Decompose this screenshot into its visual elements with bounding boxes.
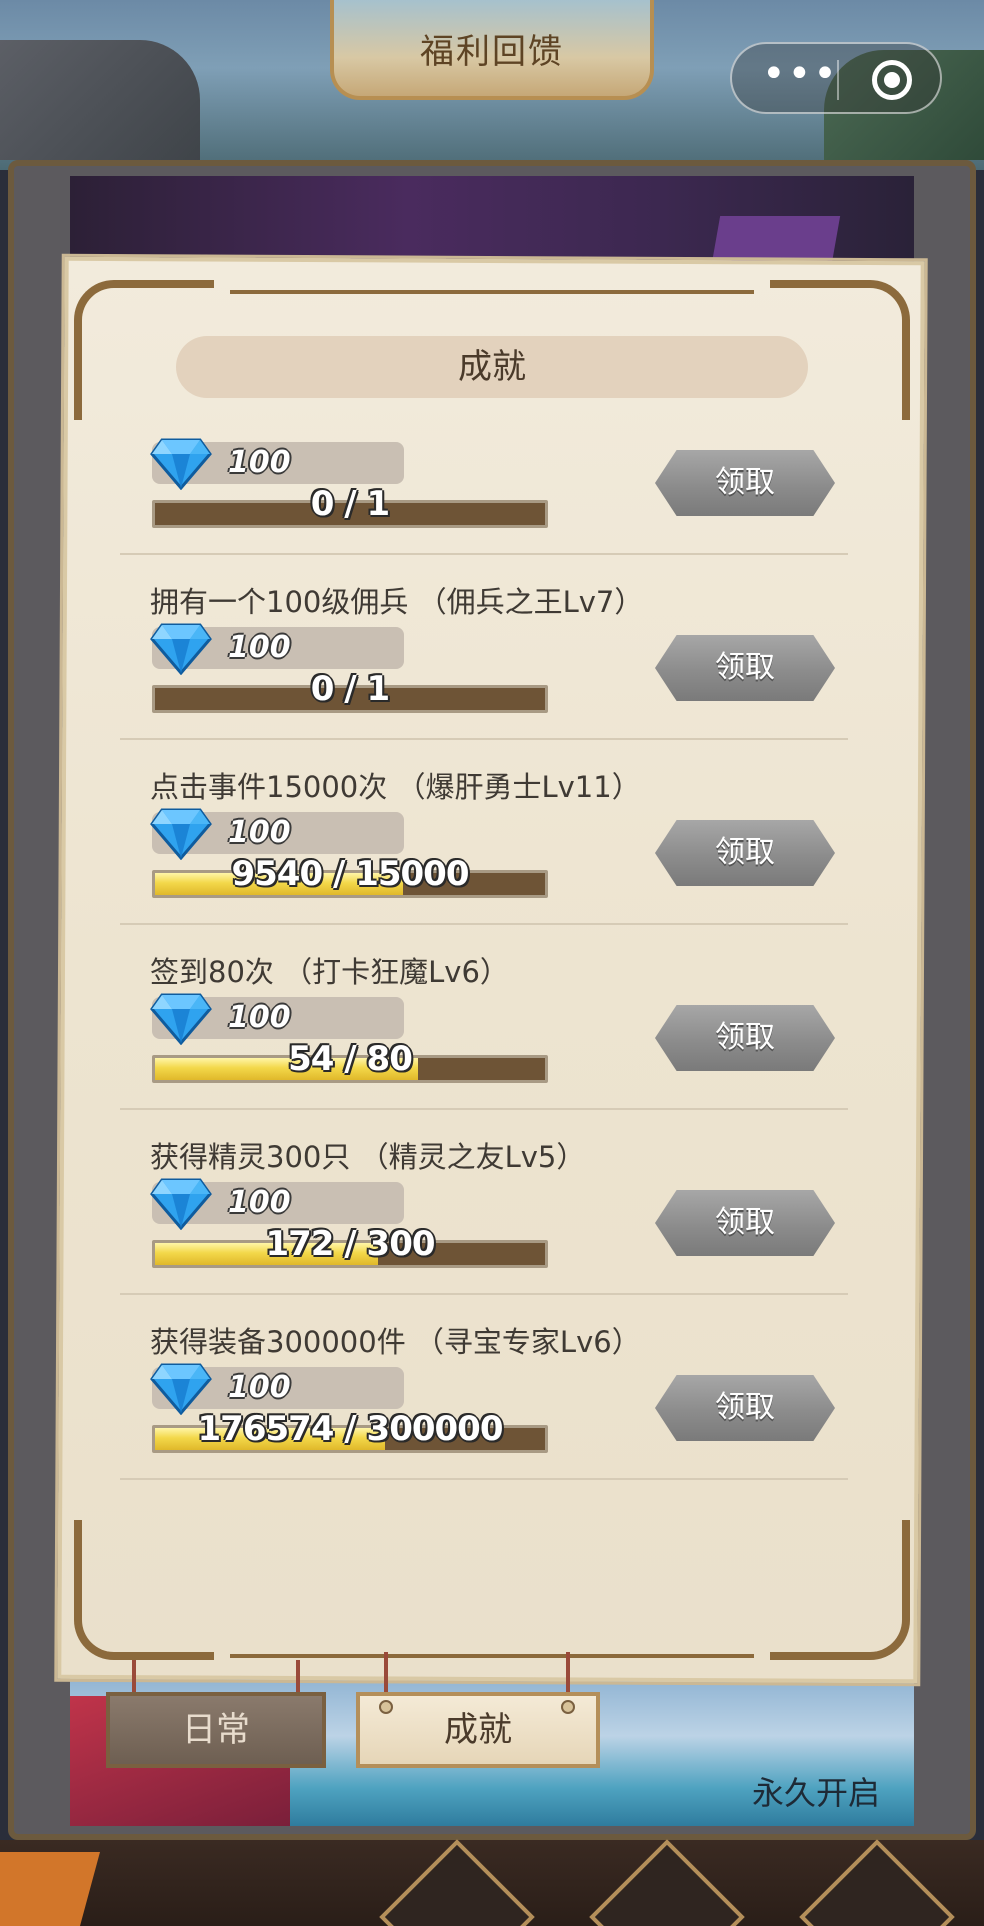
section-header: 成就 — [176, 336, 808, 398]
achievement-row: 通关经验副本50次 （历练老兵Lv3）100领取 — [120, 1480, 848, 1512]
reward-amount: 100 — [228, 630, 291, 665]
claim-button[interactable]: 领取 — [655, 450, 835, 516]
progress-text: 176574 / 300000 — [197, 1409, 504, 1449]
close-target-icon[interactable] — [872, 60, 912, 100]
ornament-top-rule — [230, 290, 754, 294]
claim-button-label: 领取 — [715, 835, 775, 870]
availability-label: 永久开启 — [752, 1774, 881, 1812]
achievement-list[interactable]: 100 0 / 1 领取 拥有一个100级佣兵 （佣兵之王Lv7） 100 0 / 1 领取… — [120, 432, 848, 1512]
progress-text: 54 / 80 — [288, 1039, 413, 1079]
achievement-title: 获得精灵300只 （精灵之友Lv5） — [150, 1140, 586, 1174]
claim-button-label: 领取 — [715, 650, 775, 685]
achievement-row: 拥有一个100级佣兵 （佣兵之王Lv7） 100 0 / 1 领取 — [120, 555, 848, 740]
achievement-title: 获得装备300000件 （寻宝专家Lv6） — [150, 1325, 641, 1359]
claim-button-label: 领取 — [715, 465, 775, 500]
ornament-bottom-rule — [230, 1654, 754, 1658]
diamond-icon — [150, 1174, 212, 1231]
progress-text: 172 / 300 — [265, 1224, 435, 1264]
reward-amount: 100 — [228, 1185, 291, 1220]
achievement-title: 拥有一个100级佣兵 （佣兵之王Lv7） — [150, 585, 644, 619]
section-title: 成就 — [458, 347, 526, 387]
more-icon[interactable]: ••• — [762, 54, 837, 98]
tab-peg — [561, 1700, 575, 1714]
diamond-icon — [150, 434, 212, 491]
reward-amount: 100 — [228, 1370, 291, 1405]
reward-amount: 100 — [228, 815, 291, 850]
progress-text: 9540 / 15000 — [231, 854, 469, 894]
claim-button-label: 领取 — [715, 1390, 775, 1425]
diamond-icon — [150, 619, 212, 676]
claim-button[interactable]: 领取 — [655, 1375, 835, 1441]
diamond-icon — [150, 989, 212, 1046]
claim-button[interactable]: 领取 — [655, 1190, 835, 1256]
diamond-icon — [150, 804, 212, 861]
claim-button-label: 领取 — [715, 1020, 775, 1055]
diamond-icon — [150, 1359, 212, 1416]
reward-amount: 100 — [228, 1000, 291, 1035]
tab-daily-label: 日常 — [182, 1710, 250, 1750]
claim-button-label: 领取 — [715, 1205, 775, 1240]
achievement-row: 签到80次 （打卡狂魔Lv6） 100 54 / 80 领取 — [120, 925, 848, 1110]
miniprogram-capsule: ••• — [730, 42, 942, 114]
capsule-divider — [837, 60, 839, 100]
achievement-row: 100 0 / 1 领取 — [120, 432, 848, 555]
progress-text: 0 / 1 — [310, 484, 390, 524]
achievement-row: 点击事件15000次 （爆肝勇士Lv11） 100 9540 / 15000 领取 — [120, 740, 848, 925]
tab-peg — [379, 1700, 393, 1714]
achievement-title: 点击事件15000次 （爆肝勇士Lv11） — [150, 770, 641, 804]
reward-amount: 100 — [228, 445, 291, 480]
title-plaque: 福利回馈 — [330, 0, 654, 100]
page-title: 福利回馈 — [420, 32, 564, 72]
achievement-row: 获得装备300000件 （寻宝专家Lv6） 100 176574 / 300000 领… — [120, 1295, 848, 1480]
claim-button[interactable]: 领取 — [655, 820, 835, 886]
claim-button[interactable]: 领取 — [655, 635, 835, 701]
tab-achievements-label: 成就 — [444, 1710, 512, 1750]
achievement-title: 通关经验副本50次 （历练老兵Lv3） — [150, 1504, 625, 1512]
progress-text: 0 / 1 — [310, 669, 390, 709]
claim-button[interactable]: 领取 — [655, 1005, 835, 1071]
achievement-row: 获得精灵300只 （精灵之友Lv5） 100 172 / 300 领取 — [120, 1110, 848, 1295]
tab-daily[interactable]: 日常 — [106, 1692, 326, 1768]
achievement-title: 签到80次 （打卡狂魔Lv6） — [150, 955, 509, 989]
